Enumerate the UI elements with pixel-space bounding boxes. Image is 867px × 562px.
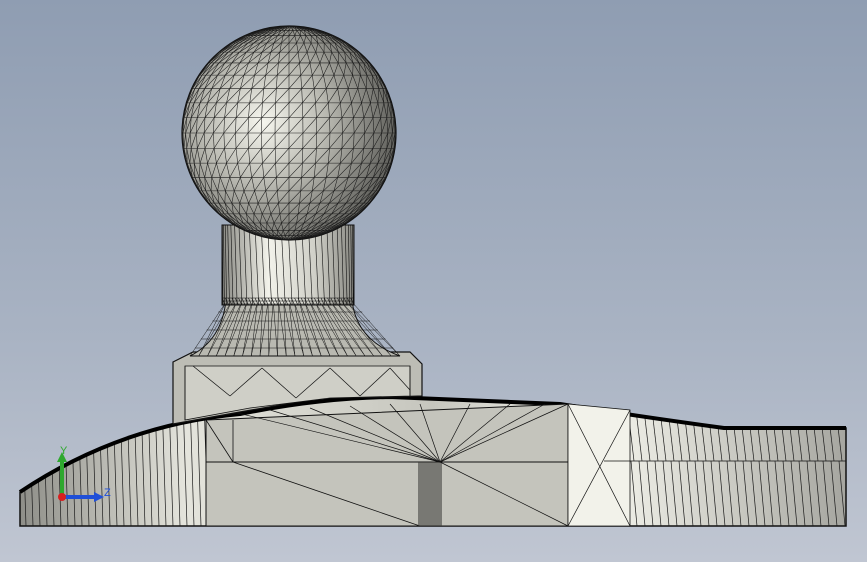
sphere-ball[interactable] [181, 25, 397, 241]
y-axis-label: Y [60, 445, 68, 457]
fillet-flare[interactable] [189, 299, 401, 357]
3d-viewport[interactable]: Y Z [0, 0, 867, 562]
z-axis-label: Z [104, 487, 111, 499]
curved-plate-base[interactable] [18, 394, 853, 527]
model-canvas[interactable]: Y Z [0, 0, 867, 562]
mesh-edge [847, 461, 853, 526]
x-axis-dot [58, 493, 66, 501]
